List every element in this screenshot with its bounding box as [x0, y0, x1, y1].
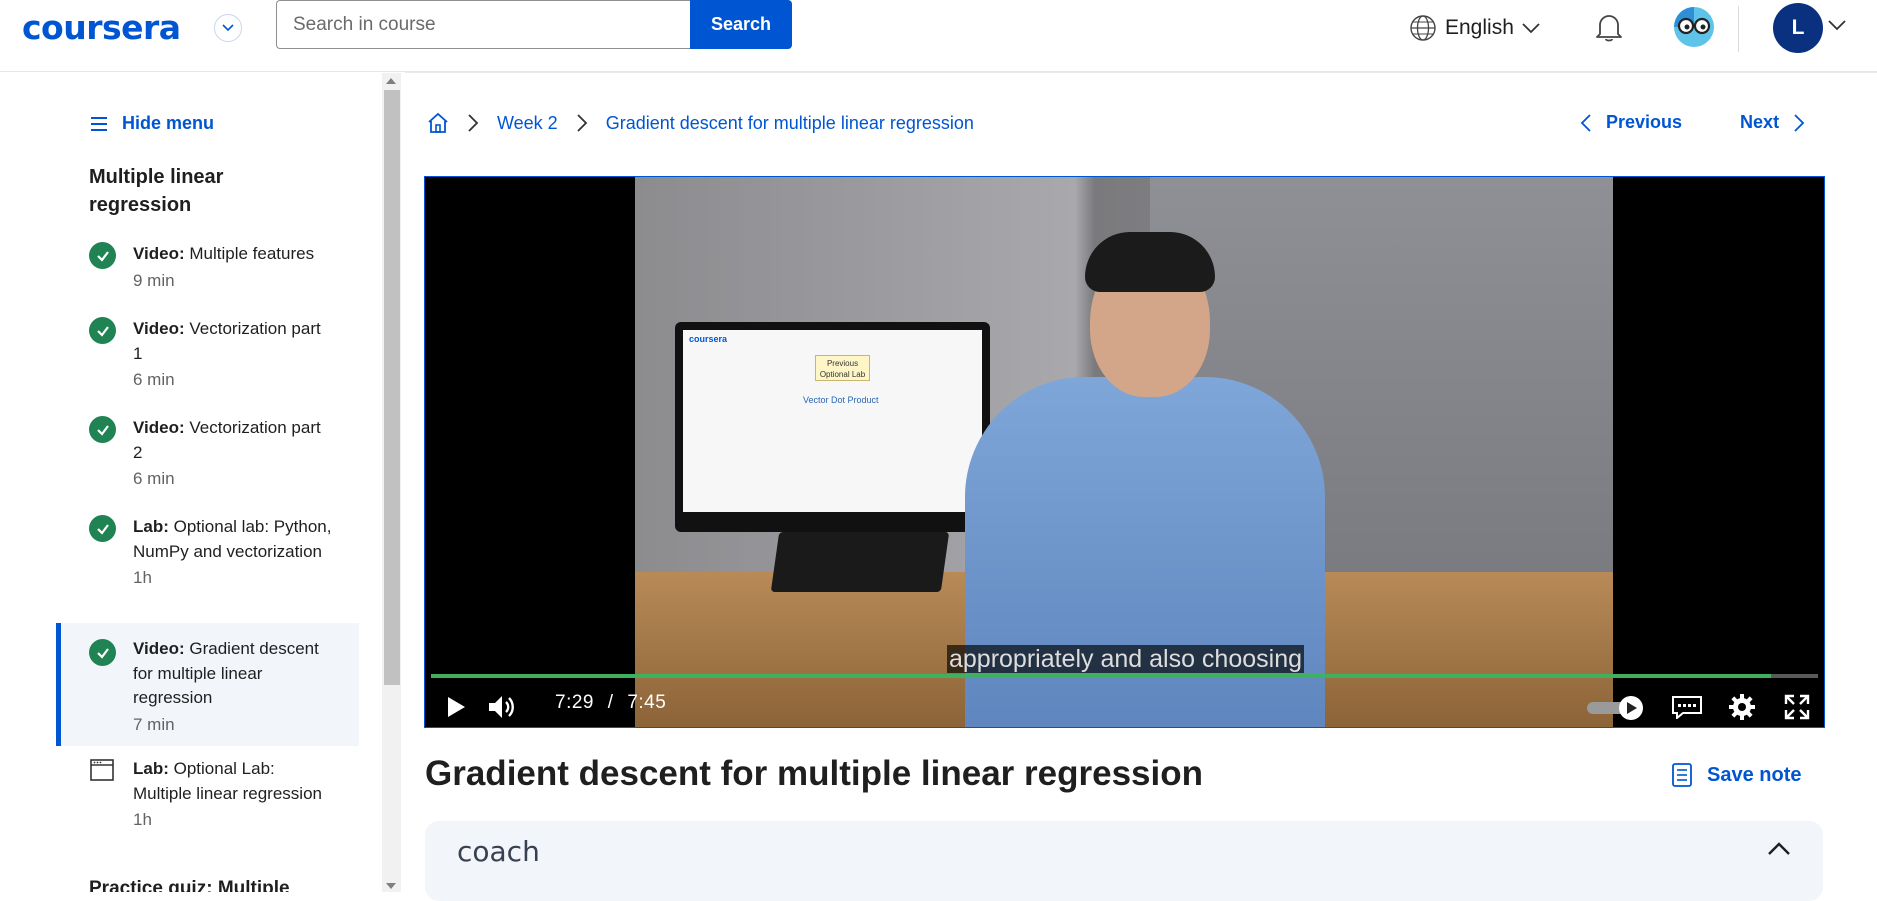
chevron-right-icon: [468, 114, 479, 132]
play-icon[interactable]: [441, 692, 471, 722]
item-type: Lab:: [133, 517, 169, 536]
item-title: Multiple features: [189, 244, 315, 263]
current-time: 7:29: [555, 692, 594, 713]
note-icon: [1672, 763, 1692, 787]
video-player[interactable]: coursera Previous Optional Lab Vector Do…: [424, 176, 1825, 728]
chevron-left-icon: [1580, 113, 1591, 132]
sidebar-item-multiple-features[interactable]: Video: Multiple features 9 min: [56, 234, 359, 308]
volume-icon[interactable]: [485, 690, 519, 724]
item-duration: 1h: [133, 568, 152, 587]
item-duration: 1h: [133, 810, 152, 829]
settings-gear-icon[interactable]: [1725, 690, 1759, 724]
sidebar-item-optional-lab-multiple-regression[interactable]: Lab: Optional Lab: Multiple linear regre…: [56, 749, 359, 874]
item-duration: 9 min: [133, 270, 175, 290]
sidebar-item-practice-quiz[interactable]: Practice quiz: Multiple: [89, 878, 290, 892]
time-separator: /: [607, 692, 614, 713]
video-monitor: coursera Previous Optional Lab Vector Do…: [675, 322, 990, 532]
breadcrumb: Week 2 Gradient descent for multiple lin…: [427, 112, 974, 134]
caption-text: appropriately and also choosing: [946, 645, 1304, 673]
breadcrumb-week[interactable]: Week 2: [497, 113, 558, 134]
hide-menu-label: Hide menu: [122, 113, 215, 133]
notifications-bell-icon[interactable]: [1592, 10, 1626, 49]
video-caption: appropriately and also choosing: [425, 645, 1824, 674]
completed-check-icon: [89, 242, 116, 269]
item-type: Video:: [133, 418, 185, 437]
item-type: Video:: [133, 319, 185, 338]
language-selector[interactable]: English: [1409, 14, 1540, 42]
sidebar-scrollbar-thumb[interactable]: [384, 90, 400, 685]
screen-tooltip: Previous Optional Lab: [815, 355, 870, 381]
chevron-up-icon[interactable]: [1767, 841, 1791, 862]
item-type: Lab:: [133, 759, 169, 778]
next-button[interactable]: Next: [1740, 112, 1779, 133]
sidebar-item-optional-lab-numpy[interactable]: Lab: Optional lab: Python, NumPy and vec…: [56, 507, 359, 625]
chevron-right-icon: [1794, 113, 1805, 132]
completed-check-icon: [89, 416, 116, 443]
item-duration: 7 min: [133, 714, 175, 734]
screen-heading: Vector Dot Product: [803, 395, 879, 405]
sidebar-item-vectorization-part-2[interactable]: Video: Vectorization part 26 min: [56, 408, 359, 506]
chevron-down-icon[interactable]: [214, 14, 242, 42]
sidebar-item-vectorization-part-1[interactable]: Video: Vectorization part 16 min: [56, 309, 359, 407]
completed-check-icon: [89, 317, 116, 344]
screen-brand: coursera: [689, 334, 728, 344]
scroll-down-arrow-icon[interactable]: [386, 883, 396, 889]
header-divider: [1738, 6, 1739, 52]
instructor-hair: [1085, 232, 1215, 292]
breadcrumb-page[interactable]: Gradient descent for multiple linear reg…: [606, 113, 974, 134]
search-input[interactable]: [276, 0, 691, 49]
total-time: 7:45: [627, 692, 667, 713]
lab-icon: [90, 758, 114, 787]
item-type: Video:: [133, 244, 185, 263]
video-time: 7:29 / 7:45: [555, 692, 666, 714]
autoplay-toggle[interactable]: [1585, 695, 1645, 721]
fullscreen-icon[interactable]: [1780, 690, 1814, 724]
hide-menu-button[interactable]: Hide menu: [90, 113, 214, 134]
chevron-down-icon: [1522, 23, 1540, 34]
completed-check-icon: [89, 515, 116, 542]
language-label: English: [1445, 16, 1514, 39]
user-avatar[interactable]: L: [1773, 3, 1823, 53]
video-progress-fill: [431, 674, 1771, 678]
globe-icon: [1410, 15, 1436, 41]
chevron-right-icon: [577, 114, 587, 132]
save-note-button[interactable]: Save note: [1671, 762, 1801, 788]
top-navigation-bar: coursera Search English L: [0, 0, 1877, 72]
main-divider: [405, 72, 1877, 73]
coach-label: coach: [457, 835, 540, 868]
lesson-pager: Previous Next: [1580, 112, 1805, 133]
coursera-logo[interactable]: coursera: [22, 8, 181, 47]
item-duration: 6 min: [133, 370, 175, 389]
completed-check-icon: [89, 639, 116, 666]
item-type: Video:: [133, 639, 185, 658]
sidebar-item-gradient-descent-active[interactable]: Video: Gradient descent for multiple lin…: [56, 623, 359, 746]
coach-avatar-icon[interactable]: [1673, 6, 1715, 48]
search-button[interactable]: Search: [690, 0, 792, 49]
item-duration: 6 min: [133, 469, 175, 488]
menu-icon: [91, 116, 107, 131]
coach-panel[interactable]: coach: [425, 821, 1823, 901]
captions-icon[interactable]: [1670, 692, 1704, 722]
scroll-up-arrow-icon[interactable]: [386, 78, 396, 84]
module-title: Multiple linear regression: [89, 166, 224, 216]
course-sidebar: Hide menu Multiple linear regression Vid…: [0, 73, 380, 892]
home-icon[interactable]: [427, 112, 449, 134]
video-monitor-screen: coursera Previous Optional Lab Vector Do…: [683, 330, 982, 512]
save-note-label: Save note: [1707, 763, 1802, 786]
previous-button[interactable]: Previous: [1606, 112, 1682, 133]
video-tablet: [770, 532, 950, 592]
chevron-down-icon[interactable]: [1828, 18, 1846, 36]
page-title: Gradient descent for multiple linear reg…: [425, 754, 1203, 793]
